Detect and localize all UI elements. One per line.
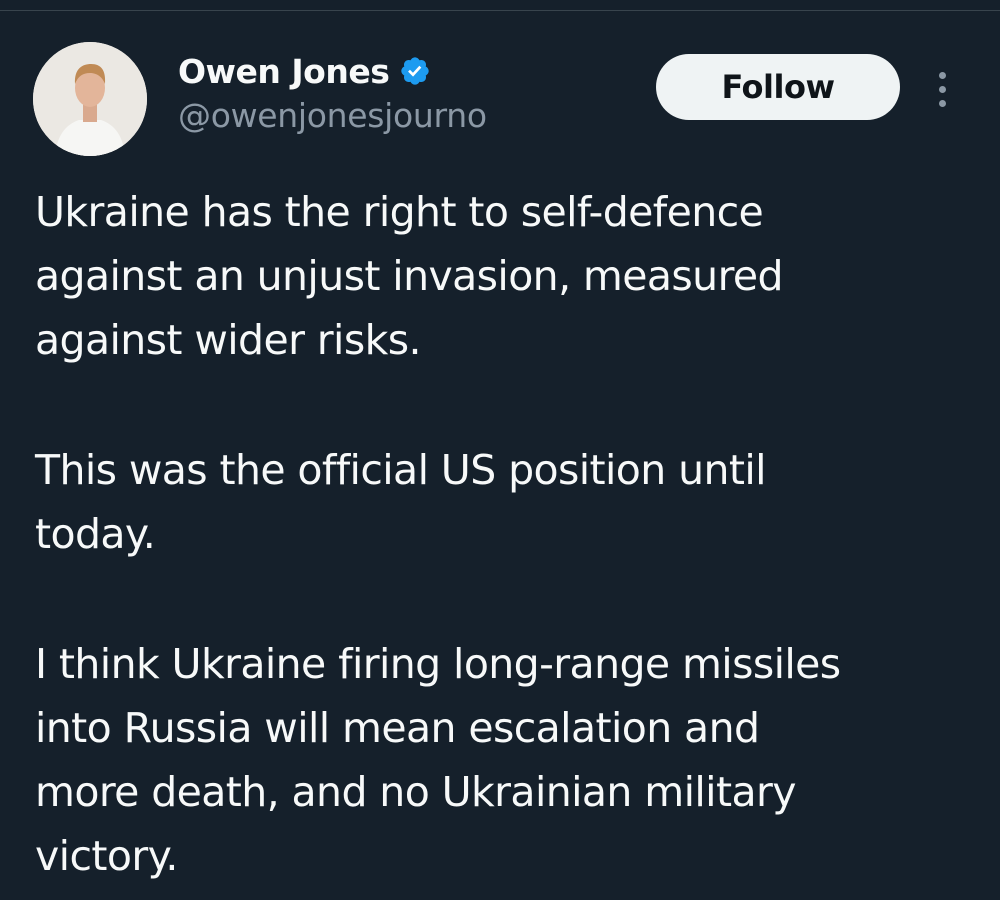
author-handle[interactable]: @owenjonesjourno [178, 96, 487, 135]
tweet-paragraph: I think Ukraine firing long-range missil… [35, 632, 985, 888]
avatar[interactable] [33, 42, 147, 156]
tweet-text-line: against an unjust invasion, measured [35, 252, 784, 300]
tweet-text-line: more death, and no Ukrainian military [35, 768, 796, 816]
tweet-card: Owen Jones @owenjonesjourno Follow Ukrai… [0, 0, 1000, 900]
author-name-row: Owen Jones [178, 48, 431, 94]
tweet-text-line: I think Ukraine firing long-range missil… [35, 640, 841, 688]
tweet-paragraph: This was the official US position until … [35, 438, 985, 566]
tweet-text-line: victory. [35, 832, 178, 880]
tweet-text-line: into Russia will mean escalation and [35, 704, 760, 752]
more-vertical-icon [938, 85, 946, 93]
tweet-text-line: This was the official US position until [35, 446, 767, 494]
more-vertical-icon [938, 71, 946, 79]
tweet-text-line: Ukraine has the right to self-defence [35, 188, 764, 236]
tweet-text-line: against wider risks. [35, 316, 422, 364]
author-display-name[interactable]: Owen Jones [178, 52, 390, 91]
tweet-text-line: today. [35, 510, 156, 558]
tweet-paragraph: Ukraine has the right to self-defence ag… [35, 180, 985, 372]
more-options-button[interactable] [928, 66, 956, 112]
profile-photo-icon [33, 42, 147, 156]
verified-badge-icon [399, 55, 431, 87]
follow-button[interactable]: Follow [656, 54, 900, 120]
more-vertical-icon [938, 99, 946, 107]
